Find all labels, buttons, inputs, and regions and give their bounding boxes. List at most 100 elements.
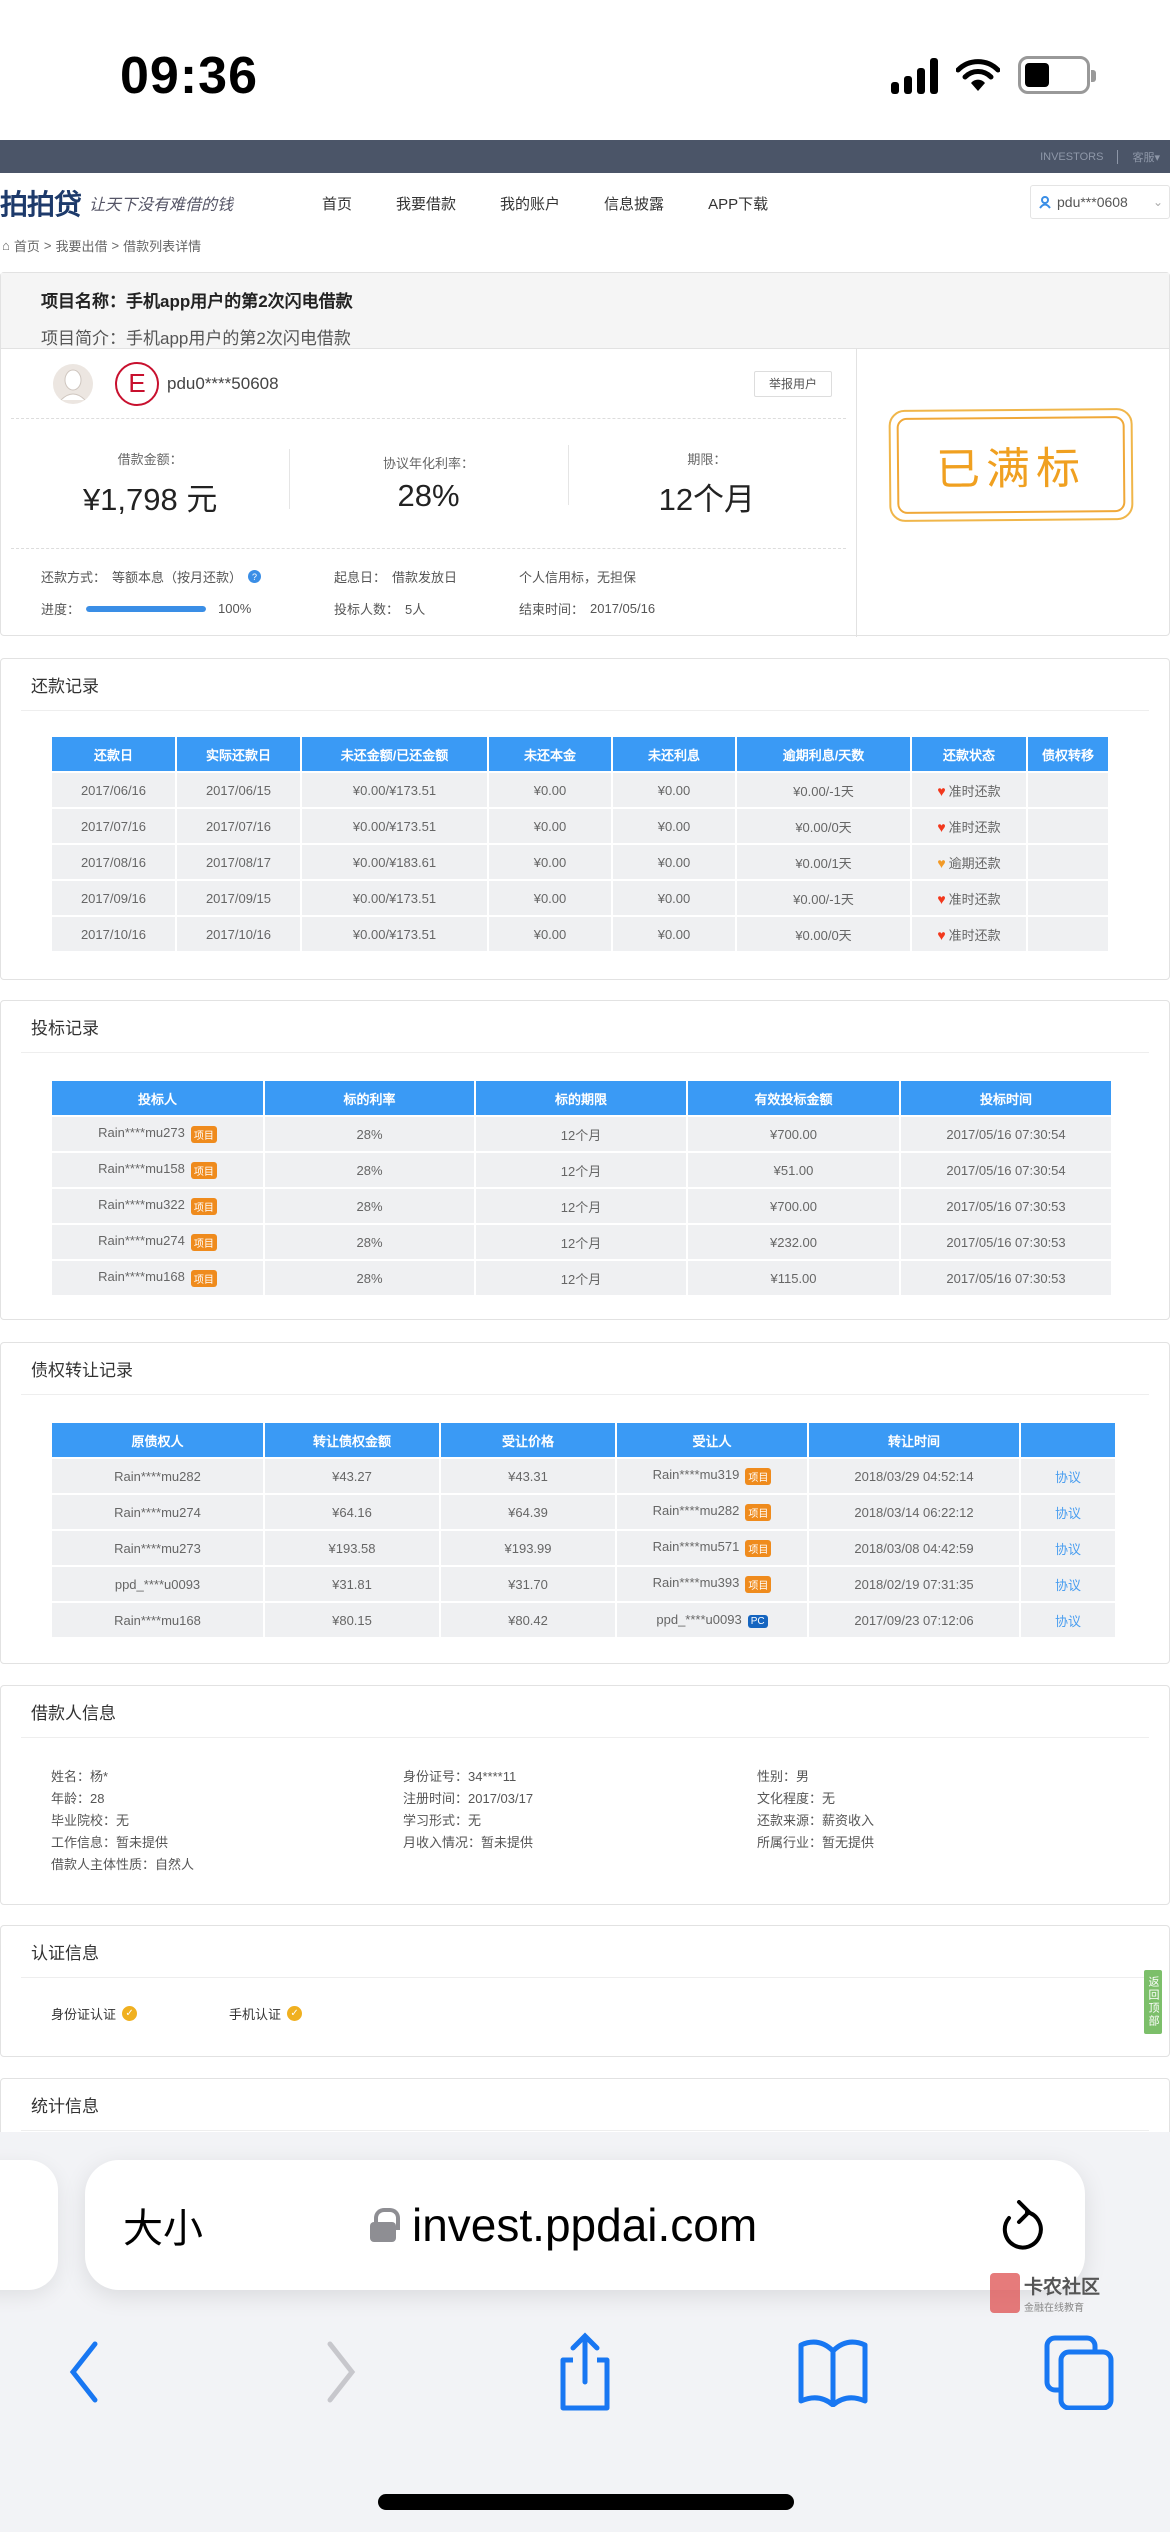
transferee-cell: ppd_****u0093 PC: [617, 1603, 807, 1637]
table-cell: 2017/05/16 07:30:54: [901, 1117, 1111, 1151]
agreement-link[interactable]: 协议: [1055, 1506, 1081, 1521]
reload-icon[interactable]: [997, 2200, 1045, 2254]
table-row: 2017/07/16 2017/07/16 ¥0.00/¥173.51 ¥0.00 ¥0…: [52, 809, 1108, 843]
table-cell: ppd_****u0093: [52, 1567, 263, 1601]
agreement-link[interactable]: 协议: [1055, 1578, 1081, 1593]
share-button[interactable]: [540, 2322, 630, 2422]
table-row: Rain****mu273 ¥193.58 ¥193.99 Rain****mu571…: [52, 1531, 1115, 1565]
progress: 进度： 100%: [41, 601, 252, 617]
source-tag: 项目: [190, 1269, 217, 1287]
site-logo[interactable]: 拍拍贷: [0, 183, 82, 223]
info-item: 学习形式：无: [403, 1813, 482, 1828]
section-title: 债权转让记录: [21, 1343, 1149, 1395]
back-to-top-button[interactable]: 返回顶部: [1144, 1970, 1162, 2034]
table-cell: 2017/05/16 07:30:53: [901, 1261, 1111, 1295]
table-cell: ¥0.00/¥173.51: [302, 881, 487, 915]
transfers-section: 债权转让记录 原债权人 转让债权金额 受让价格 受让人 转让时间 Rain****mu2…: [0, 1342, 1170, 1664]
table-cell: 2017/09/16: [52, 881, 175, 915]
agreement-link[interactable]: 协议: [1055, 1542, 1081, 1557]
username: pdu***0608: [1057, 194, 1128, 210]
nav-app-download[interactable]: APP下载: [708, 193, 768, 214]
status-time: 09:36: [120, 47, 258, 105]
nav-home[interactable]: 首页: [322, 193, 352, 214]
chevron-left-icon: [69, 2341, 98, 2403]
heart-icon: ♥: [937, 854, 946, 871]
repay-method: 还款方式： 等额本息（按月还款） ?: [41, 567, 262, 586]
info-item: 毕业院校：无: [51, 1813, 130, 1828]
source-tag: 项目: [745, 1539, 772, 1557]
bookmarks-button[interactable]: [788, 2322, 878, 2422]
bidder-cell: Rain****mu273 项目: [52, 1117, 263, 1151]
source-tag: 项目: [190, 1233, 217, 1251]
source-tag: 项目: [190, 1161, 217, 1179]
bidder-name[interactable]: Rain****mu274: [98, 1233, 185, 1248]
address-bar[interactable]: 大小 invest.ppdai.com: [85, 2160, 1085, 2290]
table-row: Rain****mu168 ¥80.15 ¥80.42 ppd_****u0093 PC…: [52, 1603, 1115, 1637]
table-cell: 12个月: [476, 1225, 686, 1259]
watermark-logo: [990, 2273, 1020, 2313]
breadcrumb-home[interactable]: 首页: [14, 236, 40, 255]
agreement-link[interactable]: 协议: [1055, 1614, 1081, 1629]
table-cell: 12个月: [476, 1153, 686, 1187]
text-size-button[interactable]: 大小: [123, 2196, 203, 2254]
source-tag: 项目: [190, 1197, 217, 1215]
column-header: 受让人: [617, 1423, 807, 1457]
table-cell: ¥0.00/¥173.51: [302, 917, 487, 951]
credit-level-badge: E: [115, 361, 159, 406]
table-cell: 12个月: [476, 1189, 686, 1223]
site-navbar: 拍拍贷 让天下没有难借的钱 首页 我要借款 我的账户 信息披露 APP下载 pd…: [0, 173, 1170, 233]
loan-type: 个人信用标，无担保: [519, 570, 637, 585]
nav-borrow[interactable]: 我要借款: [396, 193, 456, 214]
table-cell: 2018/03/14 06:22:12: [809, 1495, 1019, 1529]
breadcrumb-invest[interactable]: 我要出借: [55, 236, 107, 255]
source-tag: 项目: [745, 1467, 772, 1485]
table-cell: 2017/06/15: [177, 773, 300, 807]
column-header: 转让时间: [809, 1423, 1019, 1457]
main-nav: 首页 我要借款 我的账户 信息披露 APP下载: [322, 173, 812, 233]
investors-link[interactable]: INVESTORS: [1040, 151, 1103, 163]
report-user-button[interactable]: 举报用户: [754, 370, 832, 397]
tabs-button[interactable]: [1034, 2322, 1124, 2422]
user-icon: [1039, 195, 1051, 209]
fully-funded-stamp: 已满标: [888, 407, 1134, 523]
table-cell: 2017/10/16: [52, 917, 175, 951]
book-icon: [798, 2339, 868, 2407]
help-icon[interactable]: ?: [248, 570, 262, 583]
bidder-name[interactable]: Rain****mu273: [98, 1125, 185, 1140]
table-cell: ¥115.00: [688, 1261, 899, 1295]
transferee-name: ppd_****u0093: [656, 1612, 742, 1628]
column-header: 受让价格: [441, 1423, 615, 1457]
table-cell: ¥0.00: [489, 809, 611, 843]
column-header: 还款日: [52, 737, 175, 771]
table-cell: 12个月: [476, 1117, 686, 1151]
source-tag: 项目: [745, 1503, 772, 1521]
table-cell: Rain****mu273: [52, 1531, 263, 1565]
table-cell: ¥700.00: [688, 1117, 899, 1151]
heart-icon: ♥: [937, 782, 946, 799]
bids-table: 投标人 标的利率 标的期限 有效投标金额 投标时间 Rain****mu273 项目 28%…: [50, 1079, 1113, 1297]
forward-button[interactable]: [295, 2322, 385, 2422]
table-cell: ¥0.00: [613, 773, 735, 807]
back-button[interactable]: [40, 2322, 130, 2422]
bidder-name[interactable]: Rain****mu322: [98, 1197, 185, 1212]
bidder-name[interactable]: Rain****mu168: [98, 1269, 185, 1284]
agreement-link[interactable]: 协议: [1055, 1470, 1081, 1485]
nav-disclosure[interactable]: 信息披露: [604, 193, 664, 214]
table-cell: 28%: [265, 1261, 474, 1295]
end-time: 结束时间： 2017/05/16: [519, 601, 656, 617]
chevron-right-icon: [327, 2341, 356, 2403]
info-item: 性别：男: [757, 1769, 810, 1784]
previous-tab-peek[interactable]: [0, 2160, 58, 2290]
table-row: Rain****mu274 ¥64.16 ¥64.39 Rain****mu282 项目…: [52, 1495, 1115, 1529]
table-cell: 协议: [1021, 1567, 1115, 1601]
service-menu[interactable]: 客服▾: [1132, 149, 1160, 165]
table-cell: 2017/05/16 07:30:53: [901, 1225, 1111, 1259]
user-menu[interactable]: pdu***0608 ⌄: [1030, 185, 1170, 219]
table-cell: ¥43.27: [265, 1459, 439, 1493]
bidder-name[interactable]: Rain****mu158: [98, 1161, 185, 1176]
home-indicator[interactable]: [378, 2494, 794, 2510]
nav-account[interactable]: 我的账户: [500, 193, 560, 214]
project-header: 项目名称：手机app用户的第2次闪电借款 项目简介：手机app用户的第2次闪电借…: [1, 273, 1169, 349]
table-cell: ¥0.00/0天: [737, 809, 910, 843]
table-cell: 28%: [265, 1117, 474, 1151]
